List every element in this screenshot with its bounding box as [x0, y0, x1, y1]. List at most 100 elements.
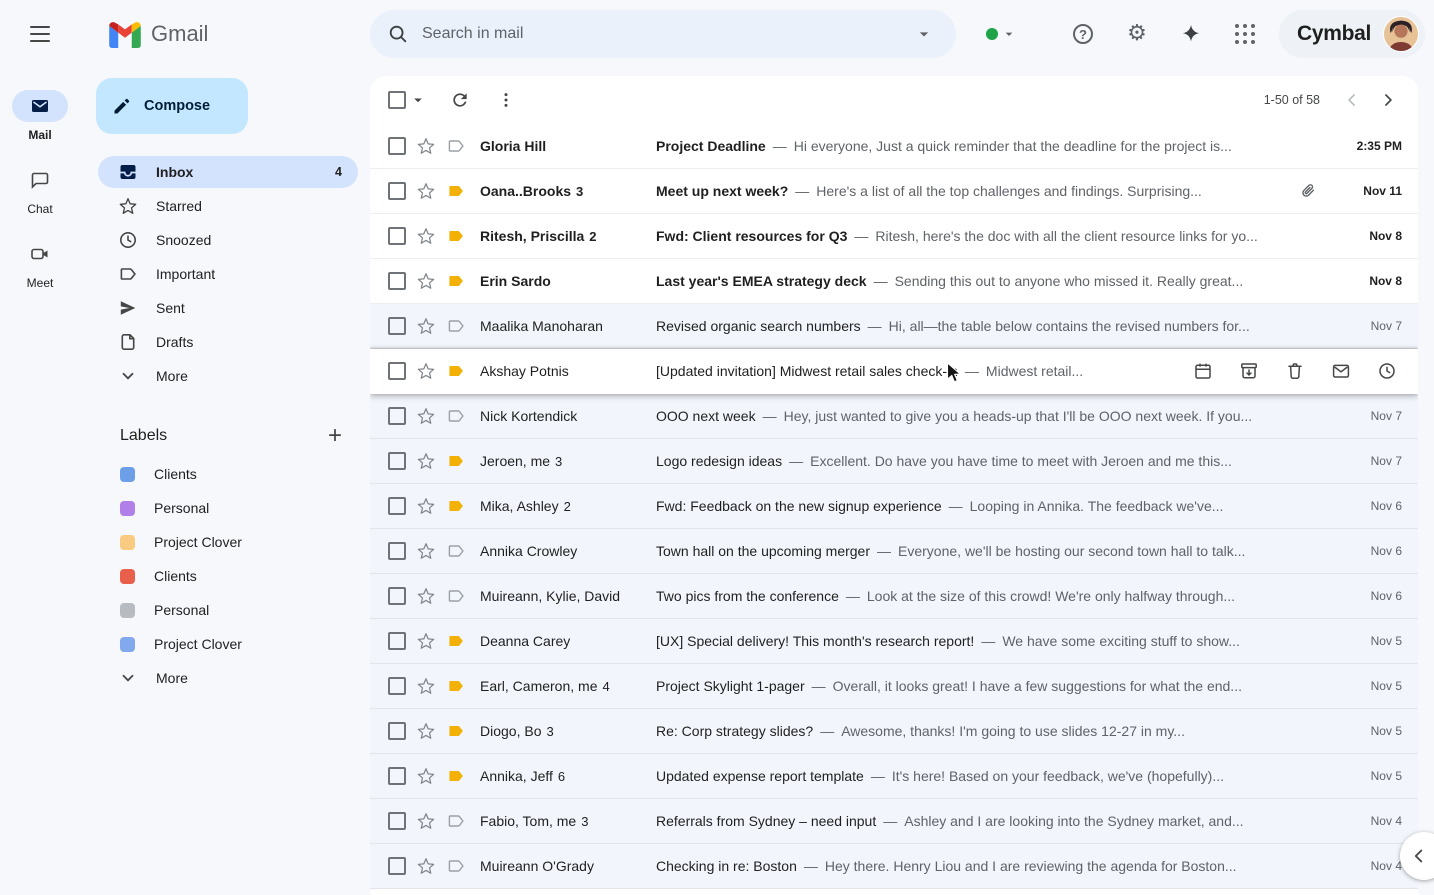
importance-marker-icon[interactable]	[444, 134, 468, 158]
star-icon[interactable]	[414, 449, 438, 473]
label-item[interactable]: Clients	[98, 458, 358, 490]
importance-marker-icon[interactable]	[444, 809, 468, 833]
more-options-icon[interactable]	[486, 80, 526, 120]
importance-marker-icon[interactable]	[444, 584, 468, 608]
email-row[interactable]: Maalika Manoharan Revised organic search…	[370, 304, 1418, 349]
mark-unread-icon[interactable]	[1330, 360, 1352, 382]
email-select-checkbox[interactable]	[388, 227, 406, 245]
email-select-checkbox[interactable]	[388, 587, 406, 605]
email-select-checkbox[interactable]	[388, 677, 406, 695]
email-row[interactable]: Ritesh, Priscilla2 Fwd: Client resources…	[370, 214, 1418, 259]
help-icon[interactable]: ?	[1063, 14, 1103, 54]
rail-item-chat[interactable]: Chat	[0, 164, 80, 216]
email-row[interactable]: Muireann, Kylie, David Two pics from the…	[370, 574, 1418, 619]
email-select-checkbox[interactable]	[388, 632, 406, 650]
star-icon[interactable]	[414, 359, 438, 383]
email-row[interactable]: Annika Crowley Town hall on the upcoming…	[370, 529, 1418, 574]
label-item[interactable]: Clients	[98, 560, 358, 592]
email-select-checkbox[interactable]	[388, 407, 406, 425]
sidebar-item-snoozed[interactable]: Snoozed	[98, 224, 358, 256]
calendar-icon[interactable]	[1192, 360, 1214, 382]
importance-marker-icon[interactable]	[444, 719, 468, 743]
importance-marker-icon[interactable]	[444, 179, 468, 203]
star-icon[interactable]	[414, 404, 438, 428]
email-row[interactable]: Nick Kortendick OOO next week—Hey, just …	[370, 394, 1418, 439]
importance-marker-icon[interactable]	[444, 269, 468, 293]
star-icon[interactable]	[414, 719, 438, 743]
importance-marker-icon[interactable]	[444, 539, 468, 563]
star-icon[interactable]	[414, 539, 438, 563]
email-select-checkbox[interactable]	[388, 722, 406, 740]
star-icon[interactable]	[414, 314, 438, 338]
settings-gear-icon[interactable]: ⚙	[1117, 14, 1157, 54]
email-row[interactable]: Erin Sardo Last year's EMEA strategy dec…	[370, 259, 1418, 304]
importance-marker-icon[interactable]	[444, 674, 468, 698]
compose-button[interactable]: Compose	[96, 78, 248, 134]
newer-page-chevron-icon[interactable]	[1334, 82, 1370, 118]
search-bar[interactable]	[370, 10, 956, 58]
star-icon[interactable]	[414, 224, 438, 248]
sidebar-labels-more[interactable]: More	[98, 662, 358, 694]
importance-marker-icon[interactable]	[444, 629, 468, 653]
importance-marker-icon[interactable]	[444, 224, 468, 248]
search-input[interactable]	[420, 24, 902, 44]
label-item[interactable]: Project Clover	[98, 628, 358, 660]
email-select-checkbox[interactable]	[388, 137, 406, 155]
email-select-checkbox[interactable]	[388, 362, 406, 380]
star-icon[interactable]	[414, 854, 438, 878]
email-select-checkbox[interactable]	[388, 452, 406, 470]
star-icon[interactable]	[414, 629, 438, 653]
refresh-button[interactable]	[440, 80, 480, 120]
email-row[interactable]: Earl, Cameron, me4 Project Skylight 1-pa…	[370, 664, 1418, 709]
importance-marker-icon[interactable]	[444, 314, 468, 338]
select-caret-icon[interactable]	[408, 90, 428, 110]
star-icon[interactable]	[414, 584, 438, 608]
importance-marker-icon[interactable]	[444, 404, 468, 428]
importance-marker-icon[interactable]	[444, 854, 468, 878]
email-select-checkbox[interactable]	[388, 812, 406, 830]
star-icon[interactable]	[414, 269, 438, 293]
label-item[interactable]: Project Clover	[98, 526, 358, 558]
sidebar-item-sent[interactable]: Sent	[98, 292, 358, 324]
email-select-checkbox[interactable]	[388, 857, 406, 875]
email-select-checkbox[interactable]	[388, 542, 406, 560]
email-row[interactable]: Deanna Carey [UX] Special delivery! This…	[370, 619, 1418, 664]
star-icon[interactable]	[414, 134, 438, 158]
email-select-checkbox[interactable]	[388, 182, 406, 200]
email-row[interactable]: Oana..Brooks3 Meet up next week?—Here's …	[370, 169, 1418, 214]
star-icon[interactable]	[414, 674, 438, 698]
importance-marker-icon[interactable]	[444, 449, 468, 473]
importance-marker-icon[interactable]	[444, 494, 468, 518]
status-indicator[interactable]	[986, 24, 1017, 44]
sidebar-item-drafts[interactable]: Drafts	[98, 326, 358, 358]
email-row[interactable]: Fabio, Tom, me3 Referrals from Sydney – …	[370, 799, 1418, 844]
sidebar-item-important[interactable]: Important	[98, 258, 358, 290]
sidebar-item-inbox[interactable]: Inbox 4	[98, 156, 358, 188]
star-icon[interactable]	[414, 764, 438, 788]
rail-item-mail[interactable]: Mail	[0, 90, 80, 142]
email-row[interactable]: Jeroen, me3 Logo redesign ideas—Excellen…	[370, 439, 1418, 484]
snooze-icon[interactable]	[1376, 360, 1398, 382]
email-row[interactable]: Annika, Jeff6 Updated expense report tem…	[370, 754, 1418, 799]
email-select-checkbox[interactable]	[388, 317, 406, 335]
search-icon[interactable]	[376, 12, 420, 56]
main-menu-icon[interactable]	[16, 10, 64, 58]
select-all-checkbox[interactable]	[388, 91, 406, 109]
add-label-button[interactable]: +	[320, 424, 350, 448]
search-options-caret-icon[interactable]	[902, 12, 946, 56]
email-select-checkbox[interactable]	[388, 767, 406, 785]
email-select-checkbox[interactable]	[388, 497, 406, 515]
email-select-checkbox[interactable]	[388, 272, 406, 290]
label-item[interactable]: Personal	[98, 594, 358, 626]
email-row[interactable]: Mika, Ashley2 Fwd: Feedback on the new s…	[370, 484, 1418, 529]
sidebar-item-starred[interactable]: Starred	[98, 190, 358, 222]
email-row[interactable]: Diogo, Bo3 Re: Corp strategy slides?—Awe…	[370, 709, 1418, 754]
google-apps-grid-icon[interactable]	[1225, 14, 1265, 54]
email-row[interactable]: Muireann O'Grady Checking in re: Boston—…	[370, 844, 1418, 889]
star-icon[interactable]	[414, 494, 438, 518]
archive-icon[interactable]	[1238, 360, 1260, 382]
star-icon[interactable]	[414, 179, 438, 203]
sidebar-item-more[interactable]: More	[98, 360, 358, 392]
delete-icon[interactable]	[1284, 360, 1306, 382]
importance-marker-icon[interactable]	[444, 359, 468, 383]
